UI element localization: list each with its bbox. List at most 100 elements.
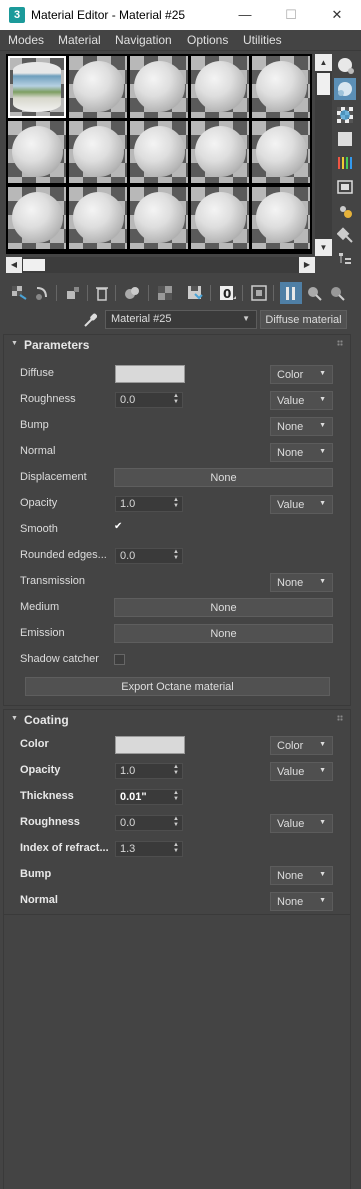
- cylinder-preview: [13, 62, 61, 112]
- scroll-left-arrow-icon[interactable]: ◀: [6, 257, 22, 273]
- coating-opacity-spinner[interactable]: 1.0 ▲ ▼: [115, 763, 183, 779]
- put-to-library-icon[interactable]: [154, 282, 176, 304]
- dropdown-value: None: [277, 896, 304, 908]
- coating-opacity-mode-dropdown[interactable]: Value ▼: [270, 762, 333, 781]
- spinner-arrows-icon[interactable]: ▲ ▼: [173, 842, 179, 854]
- close-button[interactable]: ✕: [314, 0, 360, 30]
- video-color-check-icon[interactable]: [334, 152, 356, 174]
- diffuse-mode-dropdown[interactable]: Color ▼: [270, 365, 333, 384]
- material-id-channel-icon[interactable]: 0: [217, 282, 239, 304]
- sample-slot[interactable]: [130, 56, 188, 118]
- eyedropper-icon[interactable]: [83, 312, 98, 328]
- parameters-rollout-header[interactable]: ▼ Parameters: [4, 335, 350, 355]
- bump-mode-dropdown[interactable]: None ▼: [270, 417, 333, 436]
- coating-rollout-header[interactable]: ▼ Coating: [4, 710, 350, 730]
- scroll-up-arrow-icon[interactable]: ▲: [315, 54, 332, 71]
- export-octane-material-button[interactable]: Export Octane material: [25, 677, 330, 696]
- sample-slot[interactable]: [130, 187, 188, 249]
- coating-row-roughness: Roughness 0.0 ▲ ▼ Value ▼: [4, 813, 350, 833]
- make-unique-icon[interactable]: [121, 282, 143, 304]
- sample-type-icon[interactable]: [334, 54, 356, 76]
- sample-slot[interactable]: [191, 187, 249, 249]
- grip-icon[interactable]: [337, 715, 343, 721]
- sample-slot[interactable]: [69, 56, 127, 118]
- scroll-down-arrow-icon[interactable]: ▼: [315, 239, 332, 256]
- show-end-result-icon[interactable]: [280, 282, 302, 304]
- assign-material-icon[interactable]: [62, 282, 84, 304]
- sample-slot[interactable]: [252, 121, 310, 183]
- sample-slot-active[interactable]: [8, 56, 66, 118]
- sample-slot[interactable]: [252, 187, 310, 249]
- opacity-spinner[interactable]: 1.0 ▲ ▼: [115, 496, 183, 512]
- coating-thickness-spinner[interactable]: 0.01" ▲ ▼: [115, 789, 183, 805]
- show-shaded-material-icon[interactable]: [248, 282, 270, 304]
- coating-row-thickness: Thickness 0.01" ▲ ▼: [4, 787, 350, 807]
- menu-modes[interactable]: Modes: [8, 33, 44, 47]
- minimize-button[interactable]: —: [222, 0, 268, 30]
- param-label: Roughness: [20, 393, 76, 405]
- param-label: Smooth: [20, 523, 58, 535]
- coating-roughness-mode-dropdown[interactable]: Value ▼: [270, 814, 333, 833]
- make-preview-icon[interactable]: [334, 176, 356, 198]
- slots-horizontal-scrollbar[interactable]: ◀ ▶: [6, 257, 315, 273]
- coating-normal-mode-dropdown[interactable]: None ▼: [270, 892, 333, 911]
- transmission-mode-dropdown[interactable]: None ▼: [270, 573, 333, 592]
- coating-color-mode-dropdown[interactable]: Color ▼: [270, 736, 333, 755]
- menu-utilities[interactable]: Utilities: [243, 33, 282, 47]
- spinner-arrows-icon[interactable]: ▲ ▼: [173, 816, 179, 828]
- spinner-arrows-icon[interactable]: ▲ ▼: [173, 764, 179, 776]
- backlight-icon[interactable]: [334, 78, 356, 100]
- scroll-thumb[interactable]: [23, 259, 45, 271]
- emission-map-button[interactable]: None: [114, 624, 333, 643]
- sample-uv-tiling-icon[interactable]: [334, 128, 356, 150]
- roughness-mode-dropdown[interactable]: Value ▼: [270, 391, 333, 410]
- material-name-value: Material #25: [111, 313, 172, 325]
- go-to-parent-icon[interactable]: [303, 282, 325, 304]
- opacity-mode-dropdown[interactable]: Value ▼: [270, 495, 333, 514]
- maximize-button[interactable]: ☐: [268, 0, 314, 30]
- coating-bump-mode-dropdown[interactable]: None ▼: [270, 866, 333, 885]
- normal-mode-dropdown[interactable]: None ▼: [270, 443, 333, 462]
- material-name-dropdown[interactable]: Material #25 ▼: [105, 310, 257, 329]
- sample-slot[interactable]: [69, 121, 127, 183]
- menu-material[interactable]: Material: [58, 33, 101, 47]
- spinner-arrows-icon[interactable]: ▲ ▼: [173, 549, 179, 561]
- go-forward-to-sibling-icon[interactable]: [326, 282, 348, 304]
- sample-slot[interactable]: [69, 187, 127, 249]
- save-to-library-icon[interactable]: [184, 282, 206, 304]
- sample-slot[interactable]: [191, 121, 249, 183]
- diffuse-color-swatch[interactable]: [115, 365, 185, 383]
- smooth-checkbox[interactable]: ✔: [114, 521, 125, 535]
- select-by-material-icon[interactable]: [334, 224, 356, 246]
- grip-icon[interactable]: [337, 340, 343, 346]
- sample-slot[interactable]: [130, 121, 188, 183]
- spinner-arrows-icon[interactable]: ▲ ▼: [173, 497, 179, 509]
- chevron-down-icon: ▼: [319, 819, 326, 826]
- scroll-thumb[interactable]: [317, 73, 330, 95]
- sample-slot[interactable]: [8, 121, 66, 183]
- get-material-icon[interactable]: [8, 282, 30, 304]
- rounded-edges-spinner[interactable]: 0.0 ▲ ▼: [115, 548, 183, 564]
- delete-icon[interactable]: [91, 282, 113, 304]
- sample-slot[interactable]: [8, 187, 66, 249]
- background-checker-icon[interactable]: [334, 104, 356, 126]
- coating-color-swatch[interactable]: [115, 736, 185, 754]
- coating-ior-spinner[interactable]: 1.3 ▲ ▼: [115, 841, 183, 857]
- coating-roughness-spinner[interactable]: 0.0 ▲ ▼: [115, 815, 183, 831]
- sample-slot[interactable]: [191, 56, 249, 118]
- displacement-map-button[interactable]: None: [114, 468, 333, 487]
- put-material-to-scene-icon[interactable]: [31, 282, 53, 304]
- options-icon[interactable]: [334, 200, 356, 222]
- shadow-catcher-checkbox[interactable]: [114, 654, 125, 665]
- menu-navigation[interactable]: Navigation: [115, 33, 172, 47]
- material-navigator-icon[interactable]: [334, 248, 356, 270]
- material-type-button[interactable]: Diffuse material: [260, 310, 347, 329]
- slots-vertical-scrollbar[interactable]: ▲ ▼: [315, 54, 332, 256]
- menu-options[interactable]: Options: [187, 33, 228, 47]
- scroll-right-arrow-icon[interactable]: ▶: [299, 257, 315, 273]
- spinner-arrows-icon[interactable]: ▲ ▼: [173, 393, 179, 405]
- spinner-arrows-icon[interactable]: ▲ ▼: [173, 790, 179, 802]
- roughness-spinner[interactable]: 0.0 ▲ ▼: [115, 392, 183, 408]
- sample-slot[interactable]: [252, 56, 310, 118]
- medium-map-button[interactable]: None: [114, 598, 333, 617]
